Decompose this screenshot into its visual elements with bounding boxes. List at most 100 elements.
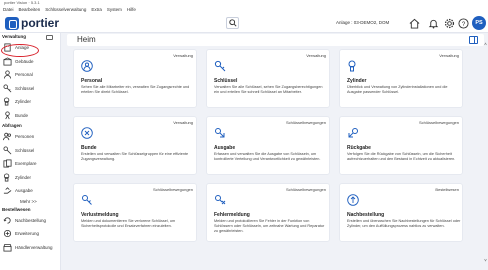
card-category: Verwaltung bbox=[306, 53, 326, 58]
sidebar-item-label: Personen bbox=[15, 134, 35, 140]
home-button[interactable] bbox=[408, 17, 420, 29]
card-title: Rückgabe bbox=[347, 145, 371, 151]
menu-extra[interactable]: Extra bbox=[91, 6, 102, 13]
sidebar: Verwaltung Anlage Gebäude Personal Schlü… bbox=[0, 33, 61, 270]
search-button[interactable] bbox=[226, 17, 239, 29]
defect-icon bbox=[215, 195, 226, 205]
card-category: Verwaltung bbox=[173, 120, 193, 125]
sidebar-item-label: Bunde bbox=[15, 112, 29, 118]
help-icon: ? bbox=[457, 17, 469, 29]
sidebar-item-zylinder[interactable]: Zylinder bbox=[0, 95, 60, 109]
return-icon bbox=[348, 128, 358, 138]
sidebar-collapse-button[interactable] bbox=[46, 35, 53, 40]
menu-bearbeiten[interactable]: Bearbeiten bbox=[19, 6, 41, 13]
card-verlustmeldung[interactable]: Schlüsselbewegungen Verlustmeldung Melde… bbox=[73, 183, 197, 242]
card-zylinder[interactable]: Verwaltung Zylinder Überblick und Verwal… bbox=[339, 49, 463, 108]
sidebar-item-personen[interactable]: Personen bbox=[0, 130, 60, 144]
sidebar-section-bestellwesen: Bestellwesen bbox=[2, 206, 31, 212]
card-title: Personal bbox=[81, 78, 103, 84]
scrollbar[interactable] bbox=[484, 42, 487, 262]
card-description: Verwalten Sie alle Schlüssel, sehen Sie … bbox=[214, 85, 323, 94]
cylinder-icon bbox=[348, 60, 356, 72]
window-title: portier Vision · 5.3.1 bbox=[4, 0, 40, 5]
card-category: Schlüsselbewegungen bbox=[418, 120, 459, 125]
card-description: Erstellen und verwalten Sie Schlüsselgru… bbox=[81, 152, 189, 161]
svg-text:?: ? bbox=[461, 20, 465, 27]
lost-key-icon bbox=[82, 195, 92, 205]
sidebar-item-bunde[interactable]: Bunde bbox=[0, 109, 60, 123]
card-category: Verwaltung bbox=[173, 53, 193, 58]
dealer-icon bbox=[3, 243, 12, 252]
sidebar-item-schluessel-abfrage[interactable]: Schlüssel bbox=[0, 144, 60, 158]
card-description: Erfassen und verwalten Sie die Ausgabe v… bbox=[214, 152, 321, 161]
card-personal[interactable]: Verwaltung Personal Sehen Sie alle Mitar… bbox=[73, 49, 197, 108]
handout-icon bbox=[215, 128, 225, 138]
help-button[interactable]: ? bbox=[457, 17, 469, 29]
card-title: Schlüssel bbox=[214, 78, 238, 84]
card-category: Bestellwesen bbox=[435, 187, 459, 192]
card-nachbestellung[interactable]: Bestellwesen Nachbestellung Erstellen un… bbox=[339, 183, 463, 242]
context-label: Anlage : 03-DEMO2, DOM bbox=[336, 20, 390, 25]
sidebar-item-nachbestellung[interactable]: Nachbestellung bbox=[0, 214, 60, 228]
card-description: Verfolgen Sie die Rückgabe von Schlüssel… bbox=[347, 152, 456, 161]
key-icon bbox=[3, 84, 12, 93]
bunch-icon bbox=[5, 111, 10, 120]
card-title: Verlustmeldung bbox=[81, 212, 119, 218]
card-description: Überblick und Verwaltung von Zylinderins… bbox=[347, 85, 448, 94]
copies-icon bbox=[3, 159, 12, 168]
card-title: Bunde bbox=[81, 145, 97, 151]
card-fehlermeldung[interactable]: Schlüsselbewegungen Fehlermeldung Melden… bbox=[206, 183, 330, 242]
extension-icon bbox=[3, 230, 12, 238]
sidebar-item-label: Exemplare bbox=[15, 161, 37, 167]
person-icon bbox=[3, 70, 12, 79]
page-title: Heim bbox=[77, 35, 96, 44]
sidebar-item-label: Schlüssel bbox=[15, 147, 35, 153]
logo[interactable]: portier bbox=[5, 16, 59, 30]
sidebar-section-abfragen: Abfragen bbox=[2, 123, 22, 128]
card-ausgabe[interactable]: Schlüsselbewegungen Ausgabe Erfassen und… bbox=[206, 116, 330, 175]
card-schluessel[interactable]: Verwaltung Schlüssel Verwalten Sie alle … bbox=[206, 49, 330, 108]
reorder-icon bbox=[3, 217, 11, 224]
menu-system[interactable]: System bbox=[107, 6, 122, 13]
card-title: Fehlermeldung bbox=[214, 212, 250, 218]
card-description: Melden und protokollieren Sie Fehler in … bbox=[214, 219, 325, 233]
sidebar-item-schluessel[interactable]: Schlüssel bbox=[0, 82, 60, 96]
sidebar-item-label: Personal bbox=[15, 72, 33, 78]
sidebar-item-exemplare[interactable]: Exemplare bbox=[0, 157, 60, 171]
search-icon bbox=[228, 19, 237, 27]
sidebar-item-haendlerverwaltung[interactable]: Händlerverwaltung bbox=[0, 241, 60, 255]
logo-icon bbox=[5, 16, 19, 30]
card-category: Schlüsselbewegungen bbox=[285, 120, 326, 125]
card-description: Melden und dokumentieren Sie verlorene S… bbox=[81, 219, 176, 228]
card-category: Schlüsselbewegungen bbox=[152, 187, 193, 192]
handout-icon bbox=[3, 187, 12, 194]
cylinder-icon bbox=[3, 173, 10, 182]
card-title: Ausgabe bbox=[214, 145, 236, 151]
settings-button[interactable] bbox=[443, 17, 455, 29]
people-icon bbox=[3, 133, 11, 141]
layout-toggle-icon[interactable] bbox=[469, 36, 478, 44]
app-header: portier Anlage : 03-DEMO2, DOM ? PS bbox=[0, 13, 488, 33]
sidebar-more-link[interactable]: Mehr >> bbox=[0, 198, 60, 206]
menu-datei[interactable]: Datei bbox=[3, 6, 14, 13]
notifications-button[interactable] bbox=[427, 17, 439, 29]
sidebar-item-erweiterung[interactable]: Erweiterung bbox=[0, 227, 60, 241]
logo-text: portier bbox=[21, 16, 60, 30]
sidebar-item-zylinder-abfrage[interactable]: Zylinder bbox=[0, 171, 60, 185]
sidebar-item-personal[interactable]: Personal bbox=[0, 68, 60, 82]
key-icon bbox=[3, 146, 12, 155]
sidebar-item-label: Händlerverwaltung bbox=[15, 244, 53, 250]
sidebar-item-gebaeude[interactable]: Gebäude bbox=[0, 55, 60, 69]
building-icon bbox=[3, 57, 12, 66]
card-rueckgabe[interactable]: Schlüsselbewegungen Rückgabe Verfolgen S… bbox=[339, 116, 463, 175]
avatar[interactable]: PS bbox=[472, 16, 486, 30]
sidebar-item-ausgabe[interactable]: Ausgabe bbox=[0, 184, 60, 198]
home-icon bbox=[409, 18, 419, 29]
menu-schluesselverwaltung[interactable]: Schlüsselverwaltung bbox=[45, 6, 86, 13]
card-bunde[interactable]: Verwaltung Bunde Erstellen und verwalten… bbox=[73, 116, 197, 175]
menu-hilfe[interactable]: Hilfe bbox=[127, 6, 136, 13]
sidebar-item-anlage[interactable]: Anlage bbox=[0, 41, 60, 57]
card-description: Sehen Sie alle Mitarbeiter ein, verwalte… bbox=[81, 85, 190, 94]
sidebar-item-label: Erweiterung bbox=[15, 231, 40, 237]
card-description: Erstellen und überwachen Sie Nachbestell… bbox=[347, 219, 461, 228]
